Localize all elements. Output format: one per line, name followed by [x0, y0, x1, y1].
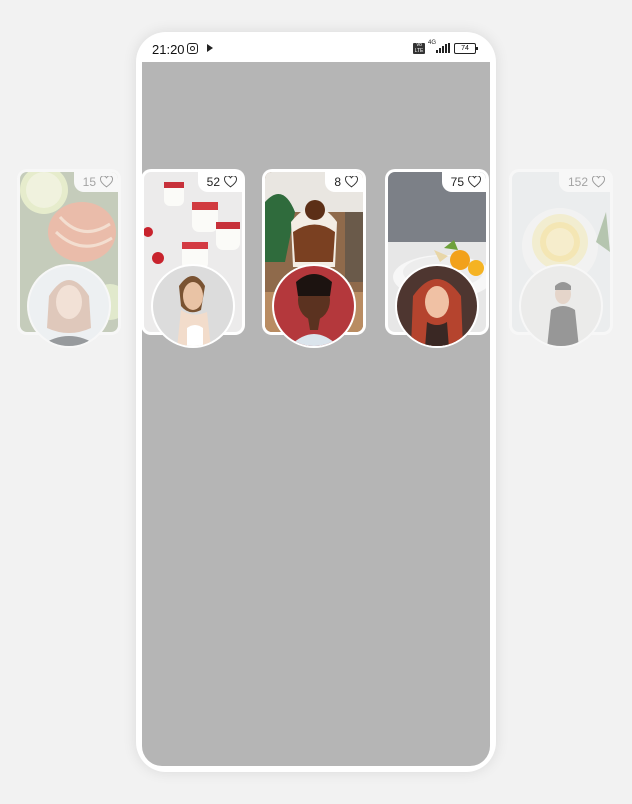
- avatar[interactable]: [272, 264, 356, 348]
- avatar[interactable]: [519, 264, 603, 348]
- like-count: 15: [82, 175, 96, 189]
- signal-strength-icon: [436, 43, 450, 53]
- status-bar: 21:20 Vo LTE 4G 74: [136, 32, 496, 62]
- avatar[interactable]: [151, 264, 235, 348]
- post-card[interactable]: 8: [262, 169, 366, 348]
- avatar[interactable]: [395, 264, 479, 348]
- like-count-tab[interactable]: 75: [441, 172, 486, 192]
- app-screen: [142, 62, 490, 766]
- volte-badge: Vo LTE: [413, 42, 425, 54]
- like-count-tab[interactable]: 152: [558, 172, 610, 192]
- network-type-badge: 4G: [428, 40, 437, 46]
- heart-icon[interactable]: [592, 176, 605, 188]
- heart-icon[interactable]: [468, 176, 481, 188]
- post-card[interactable]: 15: [17, 169, 121, 348]
- post-card[interactable]: 152: [509, 169, 613, 348]
- heart-icon[interactable]: [345, 176, 358, 188]
- like-count-tab[interactable]: 15: [73, 172, 118, 192]
- like-count-tab[interactable]: 8: [325, 172, 363, 192]
- like-count: 52: [206, 175, 220, 189]
- like-count: 152: [567, 175, 588, 189]
- like-count-tab[interactable]: 52: [197, 172, 242, 192]
- post-card[interactable]: 52: [141, 169, 245, 348]
- heart-icon[interactable]: [100, 176, 113, 188]
- battery-icon: 74: [454, 43, 478, 54]
- phone-frame: 21:20 Vo LTE 4G 74: [136, 32, 496, 772]
- status-time: 21:20: [152, 42, 185, 57]
- heart-icon[interactable]: [224, 176, 237, 188]
- post-card[interactable]: 75: [385, 169, 489, 348]
- instagram-icon: [187, 43, 198, 54]
- play-icon: [207, 44, 213, 52]
- like-count: 75: [450, 175, 464, 189]
- like-count: 8: [334, 175, 341, 189]
- avatar[interactable]: [27, 264, 111, 348]
